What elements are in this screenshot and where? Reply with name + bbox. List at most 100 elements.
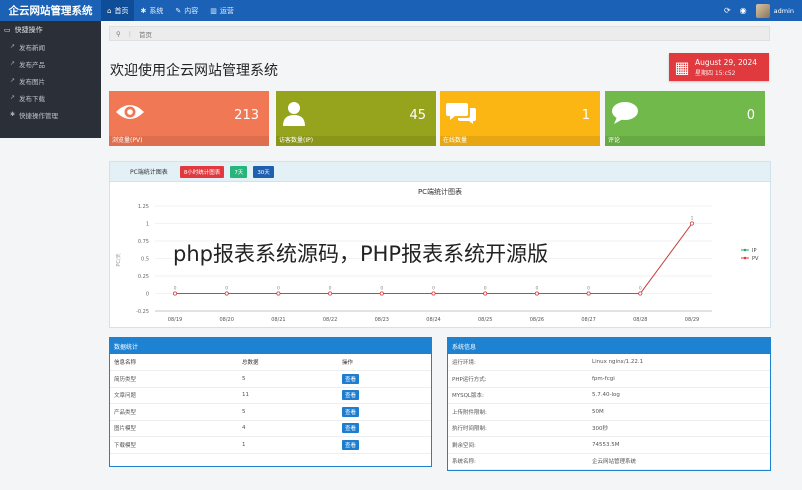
- current-time: 星期四 15:c52: [695, 69, 736, 77]
- row-count: 4: [238, 420, 338, 437]
- row-count: 1: [238, 436, 338, 454]
- breadcrumb-separator: |: [128, 29, 131, 38]
- top-navbar: 企云网站管理系统 ⌂ 首页 ✱ 系统 ✎ 内容 ▥ 运营 ⟳ ◉ admin: [0, 0, 802, 21]
- x-tick-label: 08/23: [375, 317, 389, 323]
- column-header: 信息名称: [110, 354, 238, 371]
- view-button[interactable]: 查看: [342, 439, 360, 450]
- sidebar-item-news[interactable]: ↗ 发布新闻: [0, 38, 101, 55]
- breadcrumb-home[interactable]: 首页: [139, 29, 152, 39]
- data-label: 0: [225, 286, 228, 292]
- stat-label: 评论: [605, 136, 765, 146]
- chart-7d-button[interactable]: 7天: [230, 165, 248, 178]
- info-value: 5.7.40-log: [588, 387, 770, 404]
- avatar[interactable]: [755, 3, 770, 18]
- legend-marker: [743, 256, 747, 260]
- current-date: August 29, 2024: [695, 57, 758, 67]
- view-button[interactable]: 查看: [342, 406, 360, 417]
- stat-tile-online[interactable]: 1 在线数量: [440, 91, 600, 146]
- calendar-icon: ▦: [674, 57, 690, 77]
- system-info-panel: 系统信息 运行环境: Linux nginx/1.22.1 PHP运行方式: fpm…: [447, 337, 771, 471]
- table-row: 运行环境: Linux nginx/1.22.1: [448, 354, 770, 371]
- username[interactable]: admin: [774, 7, 794, 15]
- sidebar-item-image[interactable]: ↗ 发布图片: [0, 72, 101, 89]
- y-tick-label: 0.25: [138, 274, 149, 280]
- data-stats-table: 信息名称 总数据 操作 简历类型 5 查看 文章问题 11 查看 产品类型 5 …: [110, 354, 431, 454]
- gear-icon: ✱: [10, 111, 16, 118]
- view-button[interactable]: 查看: [342, 373, 360, 384]
- data-point: [224, 291, 229, 296]
- nav-operation[interactable]: ▥ 运营: [204, 0, 240, 21]
- comment-icon: [611, 101, 639, 131]
- info-key: PHP运行方式:: [448, 370, 588, 388]
- data-point: [431, 291, 436, 296]
- table-row: 下载模型 1 查看: [110, 436, 431, 454]
- y-tick-label: -0.25: [136, 309, 149, 315]
- nav-system[interactable]: ✱ 系统: [134, 0, 169, 21]
- sidebar-item-label: 发布下载: [19, 94, 46, 103]
- share-icon: ↗: [10, 77, 16, 84]
- stat-tile-ip[interactable]: 45 访客数量(IP): [276, 91, 436, 146]
- x-tick-label: 08/24: [426, 317, 440, 323]
- sidebar-section-header[interactable]: ▭ 快捷操作: [0, 21, 101, 38]
- chart-panel-title: PC端统计图表: [130, 169, 168, 176]
- view-button[interactable]: 查看: [342, 390, 360, 401]
- gear-icon: ✱: [140, 6, 147, 15]
- x-tick-label: 08/28: [633, 317, 647, 323]
- legend-marker: [743, 248, 747, 252]
- y-tick-label: 1: [146, 222, 149, 228]
- home-icon: ⌂: [107, 6, 112, 15]
- row-count: 5: [238, 403, 338, 421]
- system-info-table: 运行环境: Linux nginx/1.22.1 PHP运行方式: fpm-fcgi…: [448, 354, 770, 470]
- main-nav: ⌂ 首页 ✱ 系统 ✎ 内容 ▥ 运营: [101, 0, 240, 21]
- data-stats-title: 数据统计: [110, 338, 431, 354]
- folder-icon: ▭: [4, 25, 11, 34]
- nav-operation-label: 运营: [219, 6, 234, 15]
- brand-logo[interactable]: 企云网站管理系统: [0, 0, 101, 21]
- chart-y-axis-label: PC/天: [116, 253, 122, 266]
- info-value: 50M: [588, 403, 770, 421]
- data-label: 0: [380, 286, 383, 292]
- data-point: [586, 291, 591, 296]
- stat-label: 浏览量(PV): [109, 136, 269, 146]
- data-point: [638, 291, 643, 296]
- row-count: 11: [238, 387, 338, 404]
- chart-8h-button[interactable]: 8小时统计图表: [179, 165, 225, 178]
- globe-icon[interactable]: ◉: [740, 6, 747, 15]
- chart-30d-button[interactable]: 30天: [253, 165, 274, 178]
- nav-home[interactable]: ⌂ 首页: [101, 0, 135, 21]
- y-tick-label: 0.75: [138, 239, 149, 245]
- row-name: 文章问题: [110, 387, 238, 404]
- x-tick-label: 08/25: [478, 317, 492, 323]
- share-icon: ↗: [10, 43, 16, 50]
- chart-panel-header: PC端统计图表 8小时统计图表 7天 30天: [110, 162, 770, 182]
- refresh-icon[interactable]: ⟳: [724, 6, 731, 15]
- info-value: fpm-fcgi: [588, 370, 770, 388]
- data-label: 0: [587, 286, 590, 292]
- x-tick-label: 08/19: [168, 317, 182, 323]
- table-row: 文章问题 11 查看: [110, 387, 431, 404]
- x-tick-label: 08/26: [530, 317, 544, 323]
- eye-icon: [115, 101, 145, 129]
- stat-value: 45: [409, 108, 426, 123]
- table-row: 上传附件限制: 50M: [448, 403, 770, 421]
- info-value: Linux nginx/1.22.1: [588, 354, 770, 371]
- data-point: [534, 291, 539, 296]
- view-button[interactable]: 查看: [342, 423, 360, 434]
- table-row: 系统名称: 企云网站管理系统: [448, 453, 770, 470]
- nav-content[interactable]: ✎ 内容: [169, 0, 204, 21]
- sidebar-item-download[interactable]: ↗ 发布下载: [0, 89, 101, 106]
- chart-title: PC端统计图表: [418, 187, 462, 196]
- sidebar-item-shortcut-manage[interactable]: ✱ 快捷操作管理: [0, 106, 101, 123]
- date-box: ▦ August 29, 2024 星期四 15:c52: [669, 53, 769, 81]
- table-row: 产品类型 5 查看: [110, 403, 431, 421]
- stat-tile-pv[interactable]: 213 浏览量(PV): [109, 91, 269, 146]
- chart-icon: ▥: [210, 6, 217, 15]
- x-tick-label: 08/20: [219, 317, 233, 323]
- sidebar-item-product[interactable]: ↗ 发布产品: [0, 55, 101, 72]
- stat-tile-comment[interactable]: 0 评论: [605, 91, 765, 146]
- legend-label: PV: [752, 256, 759, 262]
- row-name: 产品类型: [110, 403, 238, 421]
- stat-label: 在线数量: [440, 136, 600, 146]
- x-tick-label: 08/22: [323, 317, 337, 323]
- x-tick-label: 08/27: [581, 317, 595, 323]
